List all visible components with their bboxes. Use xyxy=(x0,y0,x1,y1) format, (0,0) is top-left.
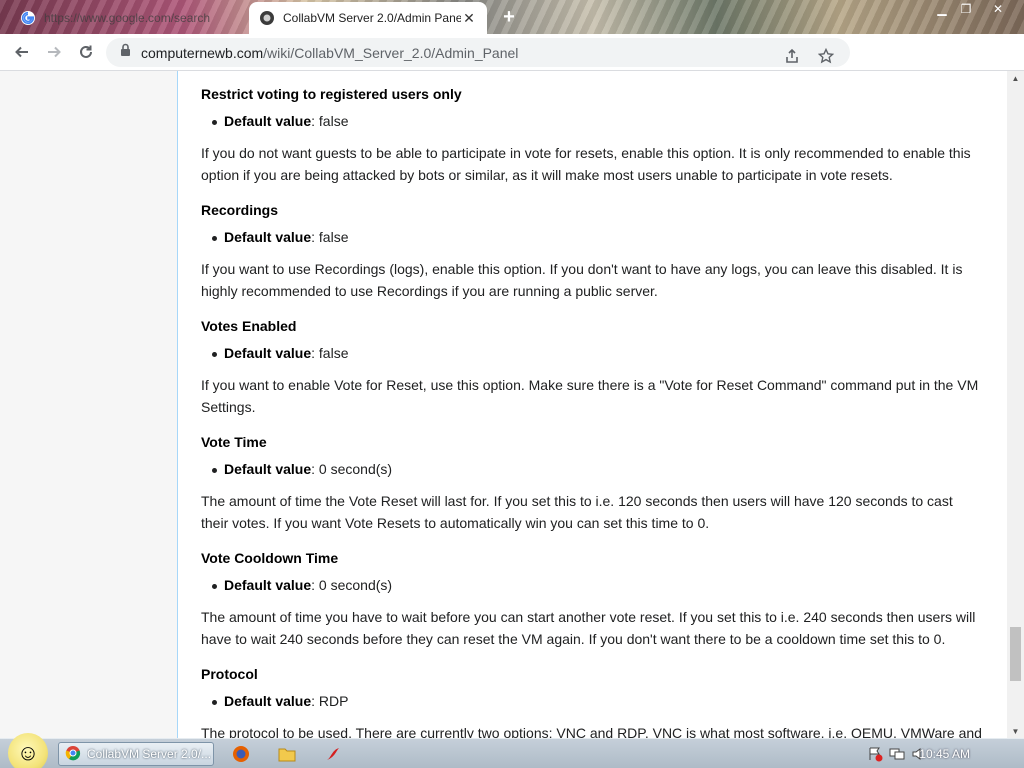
setting-section: Recordings Default value: false If you w… xyxy=(201,202,983,302)
default-value-item: Default value: false xyxy=(201,113,983,130)
tab-strip: https://www.google.com/search CollabVM S… xyxy=(0,0,1024,34)
close-window-icon[interactable]: ✕ xyxy=(984,0,1012,18)
clock[interactable]: 10:45 AM xyxy=(919,747,970,761)
section-heading: Protocol xyxy=(201,666,258,682)
start-orb-icon[interactable]: ☺ xyxy=(8,733,48,768)
default-value-item: Default value: 0 second(s) xyxy=(201,461,983,478)
default-value-item: Default value: RDP xyxy=(201,693,983,710)
section-description: If you want to use Recordings (logs), en… xyxy=(201,261,963,299)
default-value-item: Default value: false xyxy=(201,229,983,246)
system-tray: 10:45 AM xyxy=(859,739,1024,768)
scroll-down-arrow-icon[interactable]: ▼ xyxy=(1007,724,1024,738)
tab-title: https://www.google.com/search xyxy=(44,11,211,25)
section-heading: Vote Cooldown Time xyxy=(201,550,339,566)
section-heading: Votes Enabled xyxy=(201,318,297,334)
taskbar-item-label: CollabVM Server 2.0/... xyxy=(87,747,212,761)
setting-section: Vote Cooldown Time Default value: 0 seco… xyxy=(201,550,983,650)
browser-toolbar: computernewb.com/wiki/CollabVM_Server_2.… xyxy=(0,34,1024,97)
section-description: If you want to enable Vote for Reset, us… xyxy=(201,377,979,415)
default-value-item: Default value: false xyxy=(201,345,983,362)
setting-section: Restrict voting to registered users only… xyxy=(201,86,983,186)
chrome-icon xyxy=(65,745,81,764)
back-icon[interactable] xyxy=(8,38,36,66)
tab-google-search[interactable]: https://www.google.com/search xyxy=(10,2,242,34)
page-scrollbar[interactable]: ▲ ▼ xyxy=(1007,71,1024,738)
forward-icon[interactable] xyxy=(40,38,68,66)
address-bar[interactable]: computernewb.com/wiki/CollabVM_Server_2.… xyxy=(106,38,850,67)
collabvm-icon xyxy=(259,10,275,26)
tab-collabvm-admin-panel[interactable]: CollabVM Server 2.0/Admin Panel ✕ xyxy=(249,2,487,34)
reload-icon[interactable] xyxy=(72,38,100,66)
network-icon[interactable] xyxy=(889,746,905,767)
setting-section: Protocol Default value: RDP The protocol… xyxy=(201,666,983,738)
close-tab-icon[interactable]: ✕ xyxy=(461,10,477,26)
os-taskbar: ☺ CollabVM Server 2.0/... 10:45 AM xyxy=(0,733,1024,768)
web-page: Restrict voting to registered users only… xyxy=(0,71,1024,738)
lock-icon[interactable] xyxy=(120,43,131,62)
section-description: The amount of time the Vote Reset will l… xyxy=(201,493,953,531)
scroll-up-arrow-icon[interactable]: ▲ xyxy=(1007,71,1024,85)
section-description: The protocol to be used. There are curre… xyxy=(201,725,982,738)
google-icon xyxy=(20,10,36,26)
taskbar-chrome-window[interactable]: CollabVM Server 2.0/... xyxy=(58,742,214,766)
action-center-flag-icon[interactable] xyxy=(867,746,883,767)
section-description: The amount of time you have to wait befo… xyxy=(201,609,976,647)
section-heading: Restrict voting to registered users only xyxy=(201,86,462,102)
new-tab-button[interactable]: + xyxy=(498,6,520,28)
app-swoosh-icon[interactable] xyxy=(323,744,343,764)
setting-section: Vote Time Default value: 0 second(s) The… xyxy=(201,434,983,534)
setting-section: Votes Enabled Default value: false If yo… xyxy=(201,318,983,418)
maximize-icon[interactable]: ❐ xyxy=(952,0,980,18)
folder-icon[interactable] xyxy=(277,744,297,764)
section-description: If you do not want guests to be able to … xyxy=(201,145,971,183)
section-heading: Recordings xyxy=(201,202,279,218)
tab-title: CollabVM Server 2.0/Admin Panel xyxy=(283,11,461,25)
share-icon[interactable] xyxy=(778,42,806,70)
firefox-icon[interactable] xyxy=(231,744,251,764)
article-content: Restrict voting to registered users only… xyxy=(177,71,1007,738)
scroll-thumb[interactable] xyxy=(1010,627,1021,681)
url-text: computernewb.com/wiki/CollabVM_Server_2.… xyxy=(141,44,519,61)
section-heading: Vote Time xyxy=(201,434,267,450)
bookmark-star-icon[interactable] xyxy=(812,42,840,70)
default-value-item: Default value: 0 second(s) xyxy=(201,577,983,594)
